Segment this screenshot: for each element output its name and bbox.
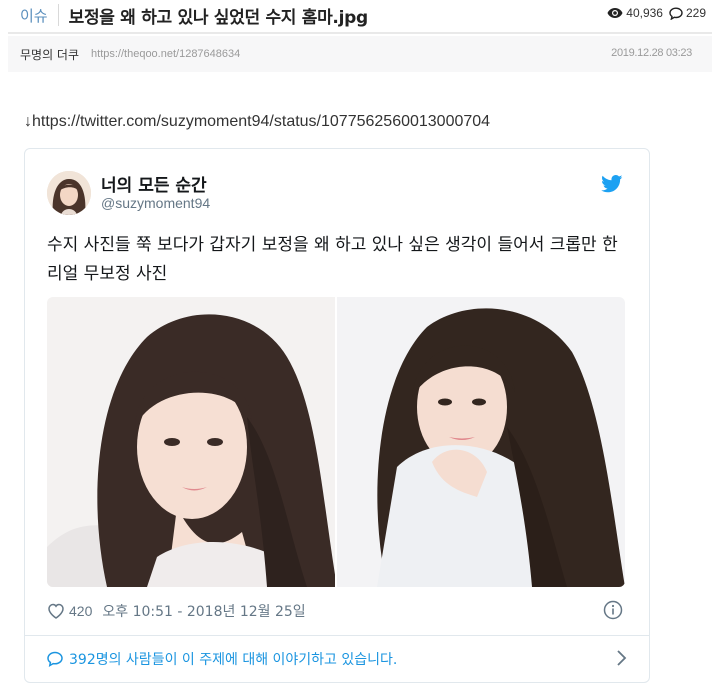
view-count: 40,936	[626, 6, 663, 20]
tweet-meta: 420 오후 10:51 - 2018년 12월 25일	[47, 601, 306, 621]
tweet-photo[interactable]	[337, 297, 625, 587]
heart-icon[interactable]	[47, 603, 65, 619]
comment-count[interactable]: 229	[686, 6, 706, 20]
comment-icon	[669, 6, 683, 20]
twitter-bird-icon[interactable]	[601, 175, 623, 193]
tweet-photo[interactable]	[47, 297, 335, 587]
avatar[interactable]	[47, 171, 91, 215]
post-title: 보정을 왜 하고 있나 싶었던 수지 홈마.jpg	[68, 7, 369, 28]
tweet-display-name[interactable]: 너의 모든 순간	[101, 171, 207, 196]
eye-icon	[607, 8, 623, 18]
author-name: 무명의 더쿠	[20, 47, 80, 62]
divider	[57, 4, 59, 26]
embedded-tweet[interactable]: 너의 모든 순간 @suzymoment94 수지 사진들 쭉 보다가 갑자기 …	[24, 148, 650, 683]
conversation-link[interactable]: 392명의 사람들이 이 주제에 대해 이야기하고 있습니다.	[47, 649, 397, 669]
speech-bubble-icon	[47, 651, 63, 667]
chevron-right-icon[interactable]	[615, 649, 627, 667]
info-icon[interactable]	[603, 600, 623, 620]
conversation-text: 392명의 사람들이 이 주제에 대해 이야기하고 있습니다.	[69, 652, 398, 668]
post-date: 2019.12.28 03:23	[611, 47, 692, 59]
tweet-text: 수지 사진들 쭉 보다가 갑자기 보정을 왜 하고 있나 싶은 생각이 들어서 …	[47, 235, 618, 284]
like-count[interactable]: 420	[69, 603, 92, 619]
tweet-timestamp[interactable]: 오후 10:51 - 2018년 12월 25일	[102, 601, 305, 621]
post-info-bar: 무명의 더쿠 https://theqoo.net/1287648634 201…	[8, 36, 712, 72]
source-link[interactable]: ↓https://twitter.com/suzymoment94/status…	[24, 113, 490, 131]
category-label[interactable]: 이슈	[20, 5, 48, 26]
tweet-handle[interactable]: @suzymoment94	[101, 195, 210, 211]
divider	[25, 635, 649, 636]
post-stats: 40,936 229	[607, 6, 706, 20]
tweet-media[interactable]	[47, 297, 625, 587]
divider	[8, 32, 712, 34]
post-url[interactable]: https://theqoo.net/1287648634	[91, 48, 240, 60]
